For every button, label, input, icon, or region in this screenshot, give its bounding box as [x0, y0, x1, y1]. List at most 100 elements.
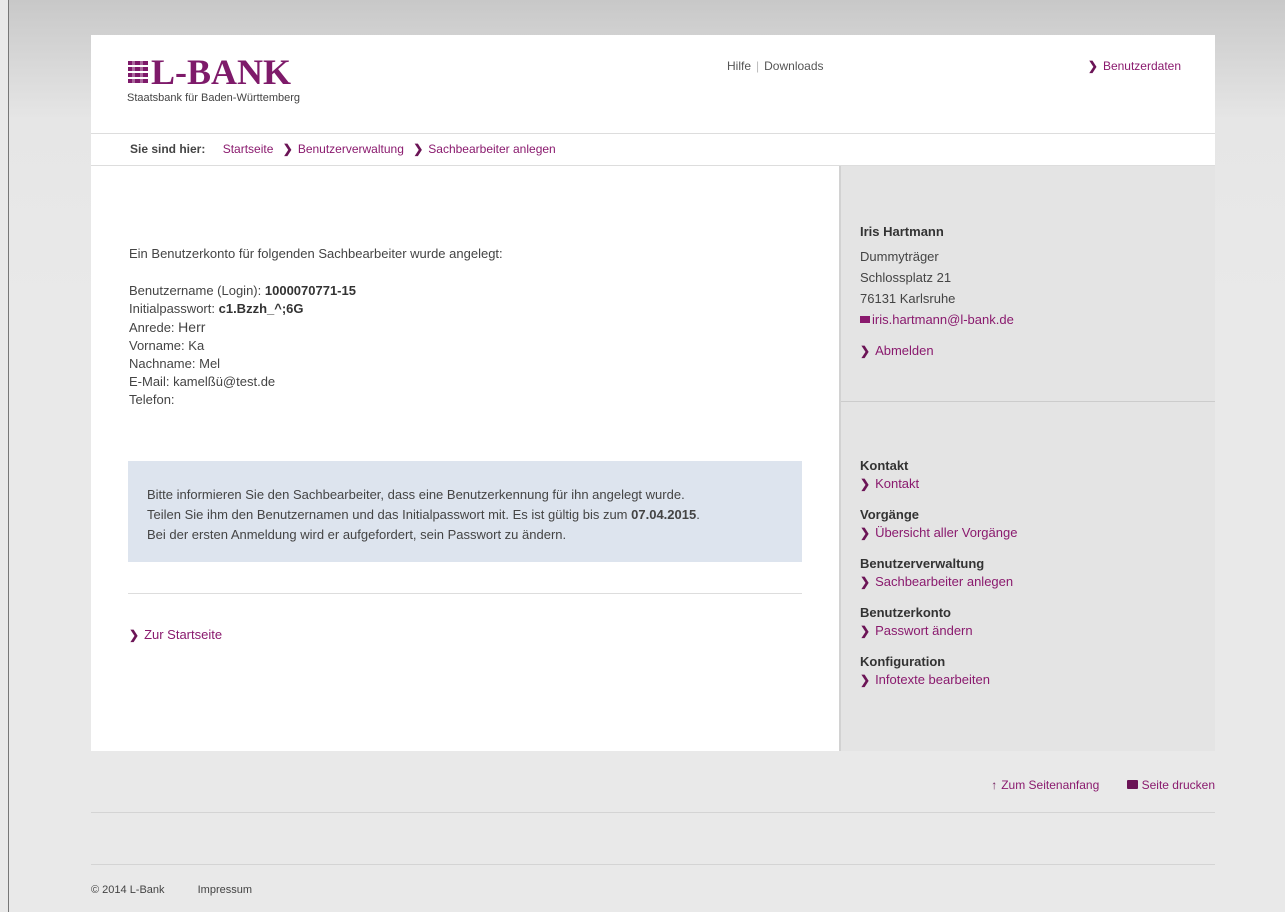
- copyright: © 2014 L-Bank Impressum: [91, 884, 252, 896]
- user-email-link[interactable]: iris.hartmann@l-bank.de: [860, 309, 1014, 330]
- chevron-right-icon: ❯: [860, 673, 871, 687]
- menu-heading: Konfiguration: [860, 654, 946, 669]
- footer-divider: [91, 812, 1215, 813]
- sidebar-divider: [841, 401, 1215, 402]
- chevron-right-icon: ❯: [860, 624, 871, 638]
- home-link-label: Zur Startseite: [144, 627, 223, 642]
- info-box: Bitte informieren Sie den Sachbearbeiter…: [128, 461, 802, 562]
- breadcrumb-label: Sie sind hier:: [130, 142, 206, 156]
- coat-of-arms-icon: [128, 59, 148, 85]
- email-value: kamelßü@test.de: [173, 374, 276, 389]
- info-line-2: Teilen Sie ihm den Benutzernamen und das…: [147, 507, 700, 522]
- menu-group-configuration: Konfiguration ❯ Infotexte bearbeiten: [860, 653, 1017, 689]
- sidebar-item-label: Kontakt: [875, 476, 920, 491]
- sidebar-item-change-password[interactable]: ❯ Passwort ändern: [860, 622, 1017, 640]
- page-container: L-BANK Staatsbank für Baden-Württemberg …: [91, 35, 1215, 751]
- imprint-link[interactable]: Impressum: [198, 884, 252, 896]
- breadcrumb-item-user-management[interactable]: Benutzerverwaltung: [298, 142, 404, 156]
- user-info: Iris Hartmann Dummyträger Schlossplatz 2…: [860, 221, 1014, 362]
- menu-group-processes: Vorgänge ❯ Übersicht aller Vorgänge: [860, 506, 1017, 542]
- firstname-row: Vorname: Ka: [129, 337, 356, 355]
- sidebar-item-label: Sachbearbeiter anlegen: [875, 574, 1014, 589]
- email-row: E-Mail: kamelßü@test.de: [129, 373, 356, 391]
- salutation-label: Anrede:: [129, 320, 175, 335]
- home-link[interactable]: ❯ Zur Startseite: [129, 627, 222, 642]
- sidebar-item-edit-infotexts[interactable]: ❯ Infotexte bearbeiten: [860, 671, 1017, 689]
- chevron-right-icon: ❯: [129, 628, 140, 642]
- salutation-row: Anrede: Herr: [129, 318, 356, 337]
- firstname-value: Ka: [188, 338, 205, 353]
- to-top-label: Zum Seitenanfang: [1001, 778, 1100, 792]
- content-area: Ein Benutzerkonto für folgenden Sachbear…: [91, 166, 1215, 751]
- sidebar-item-processes-overview[interactable]: ❯ Übersicht aller Vorgänge: [860, 524, 1017, 542]
- chevron-right-icon: ❯: [282, 142, 293, 156]
- logo[interactable]: L-BANK Staatsbank für Baden-Württemberg: [127, 52, 301, 104]
- chevron-right-icon: ❯: [860, 477, 871, 491]
- userdata-link[interactable]: ❯ Benutzerdaten: [1088, 59, 1181, 73]
- chevron-right-icon: ❯: [860, 344, 871, 358]
- footer-actions: ↑ Zum Seitenanfang Seite drucken: [967, 778, 1215, 792]
- password-value: c1.Bzzh_^;6G: [218, 301, 304, 316]
- salutation-value: Herr: [178, 319, 206, 335]
- lastname-label: Nachname:: [129, 356, 196, 371]
- menu-group-user-management: Benutzerverwaltung ❯ Sachbearbeiter anleg…: [860, 555, 1017, 591]
- nav-separator: |: [756, 59, 760, 73]
- sidebar-menu: Kontakt ❯ Kontakt Vorgänge ❯ Übersicht all…: [860, 457, 1017, 702]
- sidebar-item-contact[interactable]: ❯ Kontakt: [860, 475, 1017, 493]
- chevron-right-icon: ❯: [413, 142, 424, 156]
- sidebar-item-create-clerk[interactable]: ❯ Sachbearbeiter anlegen: [860, 573, 1017, 591]
- phone-row: Telefon:: [129, 391, 356, 409]
- lastname-row: Nachname: Mel: [129, 355, 356, 373]
- logout-link[interactable]: ❯ Abmelden: [860, 340, 1014, 362]
- mail-icon: [860, 316, 870, 324]
- breadcrumb-item-home[interactable]: Startseite: [223, 142, 274, 156]
- username-value: 1000070771-15: [264, 283, 356, 298]
- account-details: Benutzername (Login): 1000070771-15 Init…: [129, 282, 356, 409]
- user-city: 76131 Karlsruhe: [860, 291, 956, 306]
- logo-subtitle: Staatsbank für Baden-Württemberg: [127, 92, 301, 104]
- password-row: Initialpasswort: c1.Bzzh_^;6G: [129, 300, 356, 318]
- phone-label: Telefon:: [129, 392, 175, 407]
- lastname-value: Mel: [199, 356, 221, 371]
- userdata-label: Benutzerdaten: [1102, 59, 1181, 73]
- email-label: E-Mail:: [129, 374, 170, 389]
- info-line-3: Bei der ersten Anmeldung wird er aufgefo…: [147, 527, 567, 542]
- footer-divider-bottom: [91, 864, 1215, 865]
- top-navigation: Hilfe | Downloads: [727, 59, 824, 73]
- sidebar: Iris Hartmann Dummyträger Schlossplatz 2…: [839, 166, 1215, 751]
- print-link[interactable]: Seite drucken: [1126, 778, 1215, 792]
- logo-text: L-BANK: [151, 52, 292, 92]
- user-org: Dummyträger: [860, 249, 939, 264]
- menu-heading: Kontakt: [860, 458, 909, 473]
- content-divider: [128, 593, 802, 594]
- user-street: Schlossplatz 21: [860, 270, 952, 285]
- menu-heading: Benutzerkonto: [860, 605, 951, 620]
- chevron-right-icon: ❯: [860, 575, 871, 589]
- breadcrumb-item-create-clerk[interactable]: Sachbearbeiter anlegen: [428, 142, 555, 156]
- header: L-BANK Staatsbank für Baden-Württemberg …: [91, 35, 1215, 134]
- user-name: Iris Hartmann: [860, 224, 944, 239]
- help-link[interactable]: Hilfe: [727, 59, 751, 73]
- main-content: Ein Benutzerkonto für folgenden Sachbear…: [91, 166, 839, 751]
- logout-label: Abmelden: [875, 343, 934, 358]
- sidebar-item-label: Übersicht aller Vorgänge: [875, 525, 1018, 540]
- breadcrumb: Sie sind hier: Startseite ❯ Benutzerverwa…: [91, 134, 1215, 166]
- info-date: 07.04.2015: [631, 507, 697, 522]
- chevron-right-icon: ❯: [860, 526, 871, 540]
- info-line-1: Bitte informieren Sie den Sachbearbeiter…: [147, 487, 685, 502]
- firstname-label: Vorname:: [129, 338, 185, 353]
- chevron-right-icon: ❯: [1087, 59, 1098, 73]
- menu-group-account: Benutzerkonto ❯ Passwort ändern: [860, 604, 1017, 640]
- password-label: Initialpasswort:: [129, 301, 215, 316]
- user-email: iris.hartmann@l-bank.de: [872, 312, 1014, 327]
- downloads-link[interactable]: Downloads: [764, 59, 823, 73]
- copyright-text: © 2014 L-Bank: [91, 884, 165, 896]
- username-label: Benutzername (Login):: [129, 283, 262, 298]
- username-row: Benutzername (Login): 1000070771-15: [129, 282, 356, 300]
- printer-icon: [1126, 780, 1138, 790]
- print-label: Seite drucken: [1141, 778, 1215, 792]
- to-top-link[interactable]: ↑ Zum Seitenanfang: [991, 778, 1099, 792]
- menu-heading: Vorgänge: [860, 507, 919, 522]
- sidebar-item-label: Passwort ändern: [875, 623, 973, 638]
- sidebar-item-label: Infotexte bearbeiten: [875, 672, 990, 687]
